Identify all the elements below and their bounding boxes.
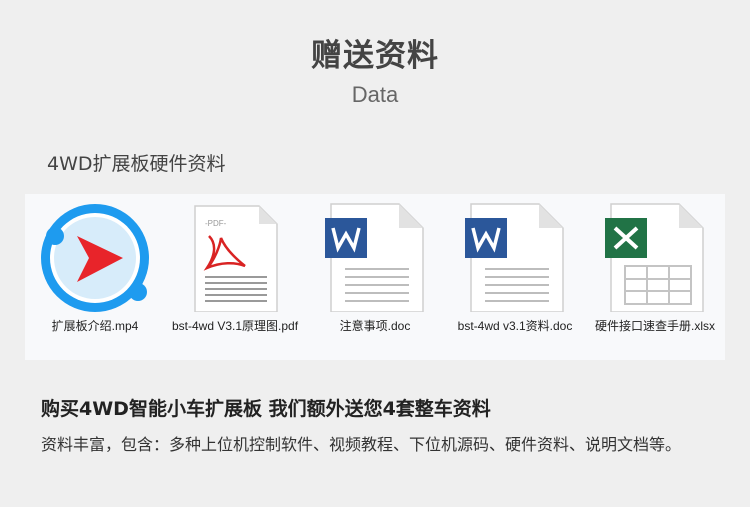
file-item-pdf[interactable]: -PDF- bst-4wd V3.1原理图.pdf <box>165 194 305 360</box>
page-subtitle: Data <box>351 82 399 107</box>
page-title: 赠送资料 <box>311 38 439 74</box>
file-item-doc[interactable]: bst-4wd v3.1资料.doc <box>445 194 585 360</box>
word-doc-icon <box>465 203 564 312</box>
file-item-xlsx[interactable]: 硬件接口速查手册.xlsx <box>585 194 725 360</box>
pdf-file-icon: -PDF- <box>194 205 278 312</box>
section-title: 4WD扩展板硬件资料 <box>47 153 226 175</box>
promo-title: 购买4WD智能小车扩展板 我们额外送您4套整车资料 <box>41 398 491 420</box>
file-item-doc[interactable]: 注意事项.doc <box>305 194 445 360</box>
file-name: 扩展板介绍.mp4 <box>51 319 139 333</box>
file-name: bst-4wd V3.1原理图.pdf <box>171 319 299 333</box>
svg-text:-PDF-: -PDF- <box>205 219 227 228</box>
file-name: bst-4wd v3.1资料.doc <box>457 319 573 333</box>
file-name: 硬件接口速查手册.xlsx <box>594 319 715 333</box>
video-player-icon <box>41 204 149 312</box>
file-item-video[interactable]: 扩展板介绍.mp4 <box>25 194 165 360</box>
word-doc-icon <box>325 203 424 312</box>
promo-description: 资料丰富，包含：多种上位机控制软件、视频教程、下位机源码、硬件资料、说明文档等。 <box>41 435 682 454</box>
file-list: 扩展板介绍.mp4 -PDF- bst-4wd V3.1原理图.pdf 注意事项… <box>25 194 725 360</box>
excel-sheet-icon <box>605 203 704 312</box>
file-name: 注意事项.doc <box>339 319 411 333</box>
